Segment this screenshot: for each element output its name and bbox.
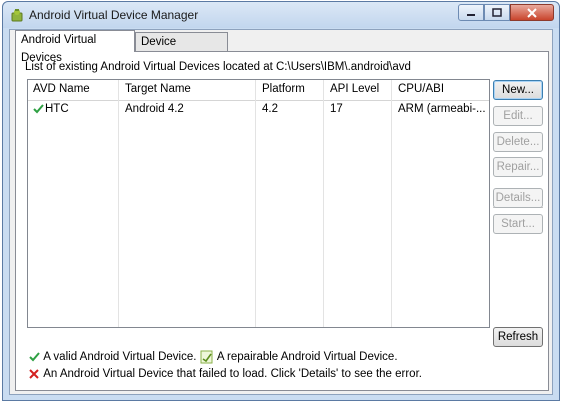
column-header-api-level[interactable]: API Level	[330, 83, 379, 95]
new-button[interactable]: New...	[493, 80, 543, 100]
maximize-button[interactable]	[484, 4, 510, 21]
start-button[interactable]: Start...	[493, 214, 543, 234]
client-area: Android Virtual Devices Device Definitio…	[9, 29, 553, 395]
close-button[interactable]	[510, 4, 554, 21]
avd-location-label: List of existing Android Virtual Devices…	[25, 61, 411, 73]
edit-button[interactable]: Edit...	[493, 106, 543, 126]
cell-avd-name: HTC	[45, 103, 69, 115]
android-app-icon	[11, 9, 23, 22]
repair-icon	[200, 350, 213, 364]
legend-failed-text: An Android Virtual Device that failed to…	[43, 368, 422, 380]
column-divider	[391, 80, 392, 327]
title-bar[interactable]: Android Virtual Device Manager	[3, 2, 559, 28]
legend-line-valid: A valid Android Virtual Device. A repair…	[29, 350, 398, 364]
column-header-platform[interactable]: Platform	[262, 83, 305, 95]
valid-check-icon	[33, 104, 44, 114]
avd-panel: List of existing Android Virtual Devices…	[15, 51, 549, 391]
minimize-icon	[467, 13, 475, 16]
column-header-avd-name[interactable]: AVD Name	[33, 83, 90, 95]
valid-check-icon	[29, 352, 40, 362]
window-title: Android Virtual Device Manager	[29, 8, 199, 22]
tab-device-definitions[interactable]: Device Definitions	[135, 32, 228, 66]
refresh-button[interactable]: Refresh	[493, 327, 543, 347]
column-divider	[323, 80, 324, 327]
close-icon	[527, 7, 537, 18]
cell-cpu-abi: ARM (armeabi-...	[398, 103, 486, 115]
details-button[interactable]: Details...	[493, 188, 543, 208]
column-divider	[118, 80, 119, 327]
legend-valid-text: A valid Android Virtual Device.	[43, 351, 197, 363]
avd-table[interactable]: AVD Name Target Name Platform API Level …	[27, 79, 490, 328]
tab-android-virtual-devices[interactable]: Android Virtual Devices	[15, 30, 135, 64]
column-header-cpu-abi[interactable]: CPU/ABI	[398, 83, 444, 95]
cell-api-level: 17	[330, 103, 343, 115]
failed-x-icon	[29, 369, 39, 379]
minimize-button[interactable]	[458, 4, 484, 21]
repair-button[interactable]: Repair...	[493, 157, 543, 177]
delete-button[interactable]: Delete...	[493, 132, 543, 152]
maximize-icon	[492, 8, 502, 17]
window-controls	[458, 4, 554, 21]
legend-repairable-text: A repairable Android Virtual Device.	[216, 351, 398, 363]
cell-platform: 4.2	[262, 103, 278, 115]
column-header-target-name[interactable]: Target Name	[125, 83, 191, 95]
column-divider	[255, 80, 256, 327]
legend-line-failed: An Android Virtual Device that failed to…	[29, 368, 422, 380]
cell-target-name: Android 4.2	[125, 103, 184, 115]
avd-manager-window: Android Virtual Device Manager Android V…	[2, 1, 560, 401]
table-header: AVD Name Target Name Platform API Level …	[28, 80, 489, 101]
